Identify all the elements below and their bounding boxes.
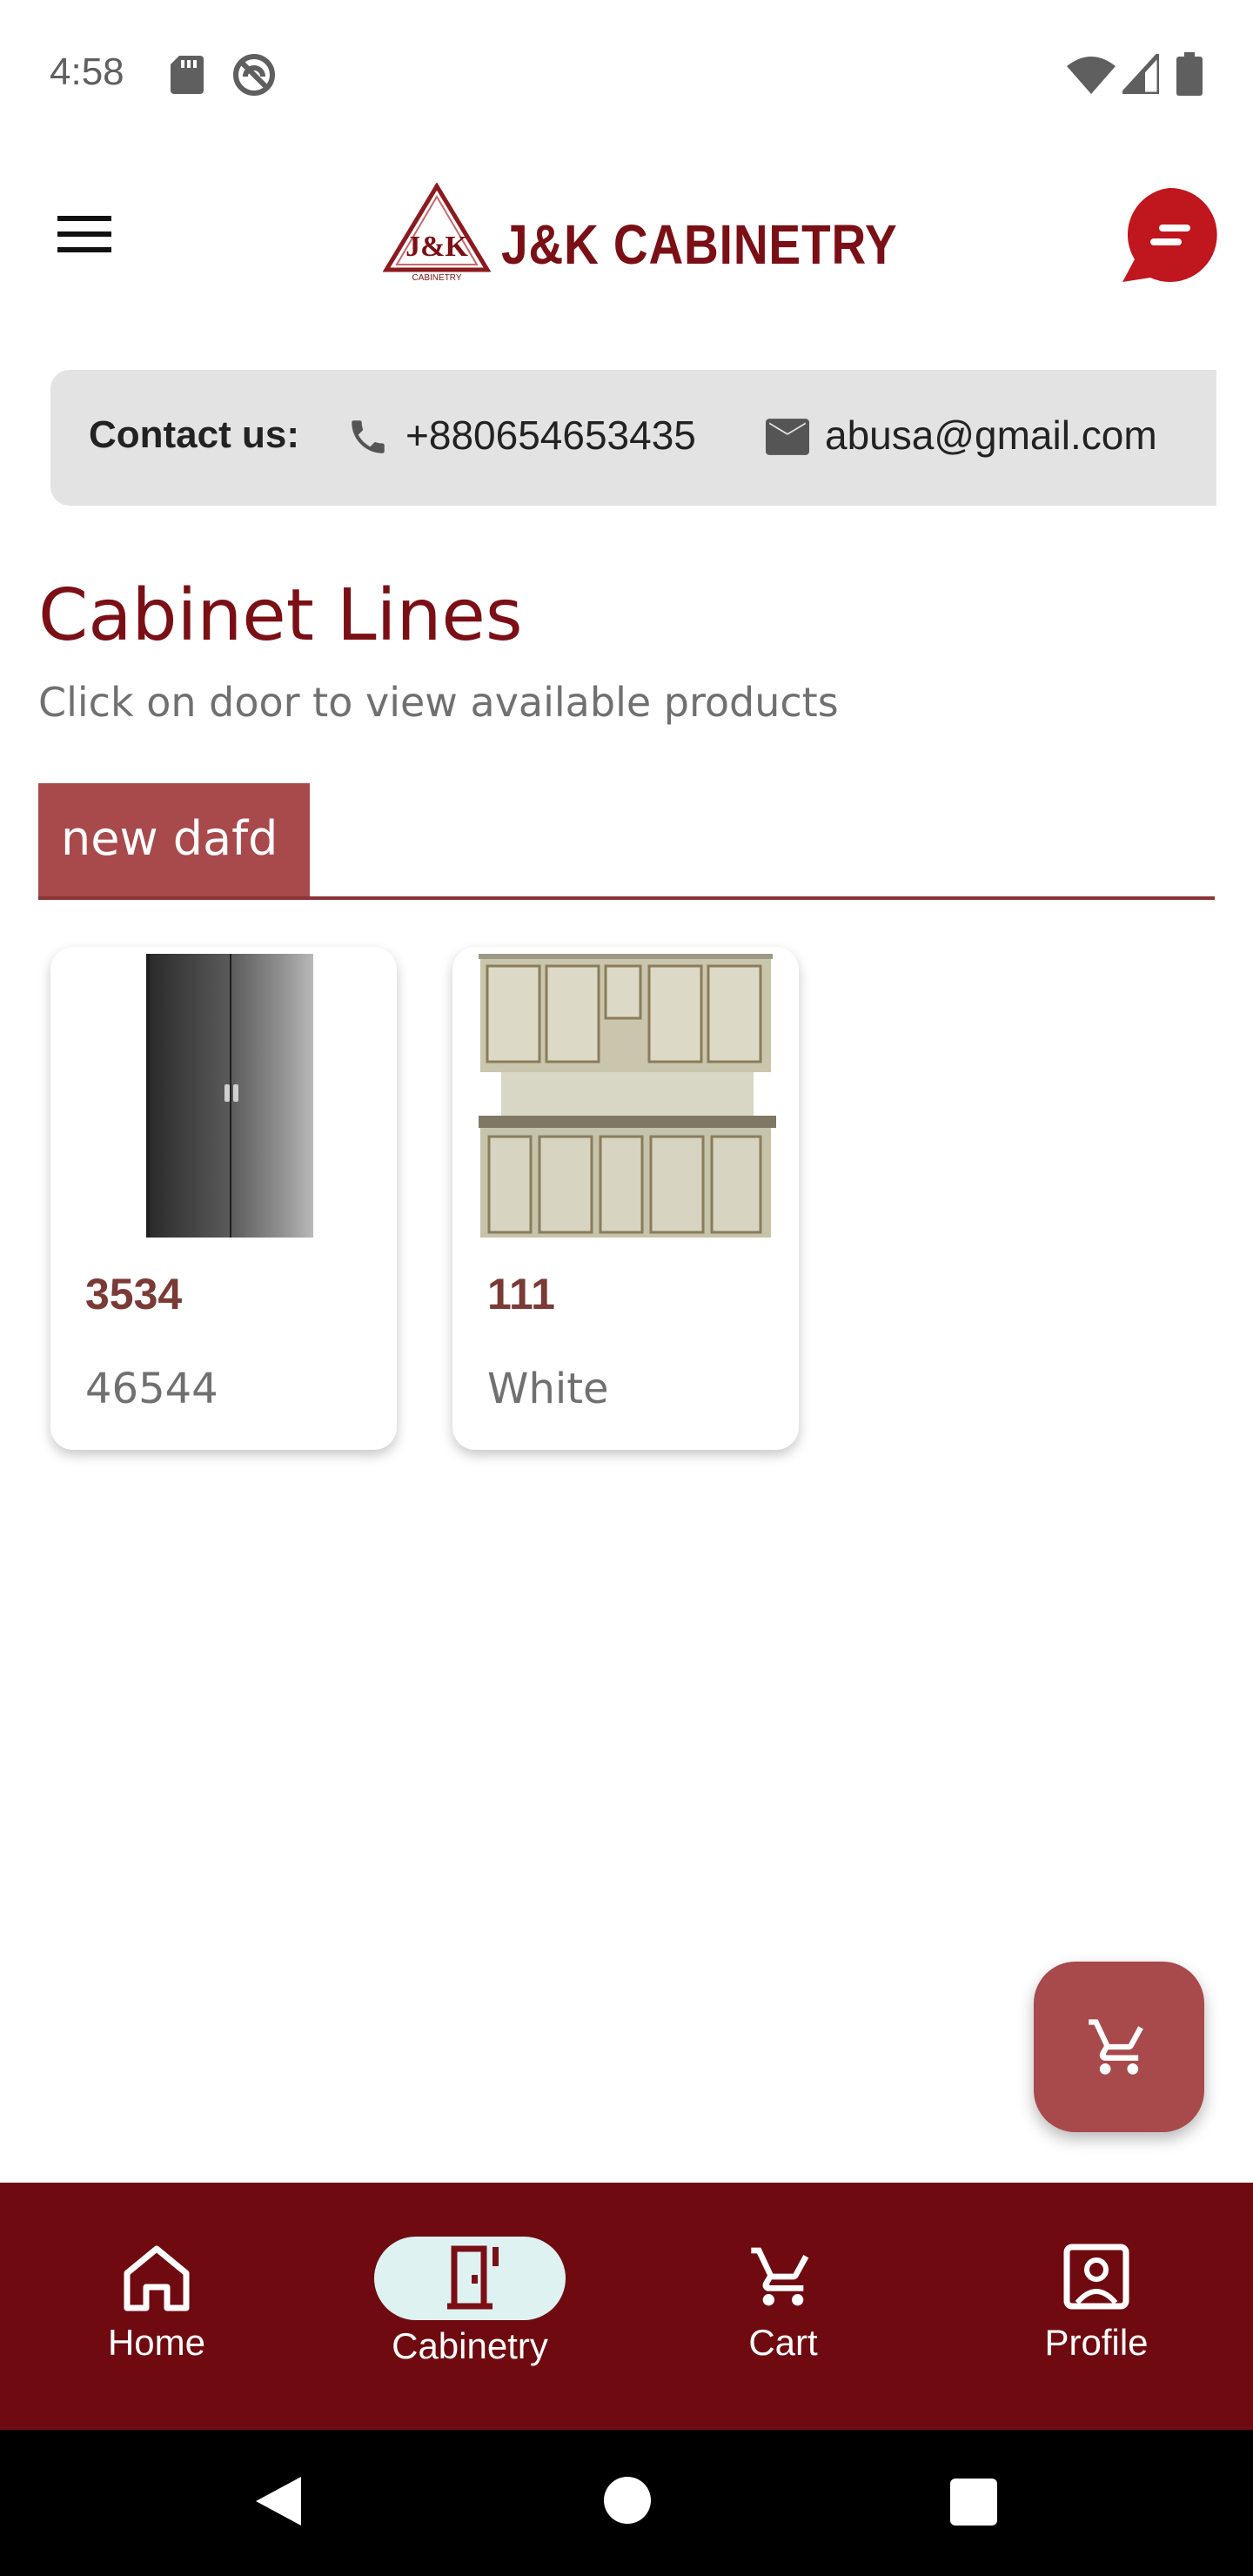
tab-label: new dafd [61,811,278,866]
cabinet-line-tabs: new dafd [38,783,1215,900]
contact-email[interactable]: abusa@gmail.com [825,412,1157,459]
wifi-icon [1067,57,1116,94]
cart-icon [751,2247,809,2306]
home-icon [124,2245,190,2311]
product-color: White [487,1365,609,1413]
nav-label: Cabinetry [392,2325,548,2366]
contact-label: Contact us: [89,413,299,456]
nav-label: Home [107,2322,206,2363]
product-color: 46544 [85,1365,218,1413]
signal-icon [1122,54,1159,94]
phone-icon [352,420,385,453]
door-icon [447,2245,499,2310]
system-navigation-bar [0,2430,1253,2576]
contact-phone[interactable]: +880654653435 [405,412,696,459]
logo-mark-text: J&K [405,231,468,263]
nav-label: Profile [1044,2322,1149,2363]
product-card[interactable]: 3534 46544 [50,947,397,1450]
profile-icon [1063,2244,1129,2310]
product-image-antique-hutch [479,954,776,1238]
contact-bar: Contact us: +880654653435 abusa@gmail.co… [50,370,1216,506]
logo-mark-sub: CABINETRY [412,273,461,283]
product-image-grey-cabinet [146,954,313,1238]
cart-icon [1089,2019,1143,2075]
menu-icon[interactable] [54,209,115,261]
logo-mark-icon: J&K CABINETRY [383,183,491,283]
page-subtitle: Click on door to view available products [38,679,839,726]
product-card[interactable]: 111 White [452,947,799,1450]
recents-icon[interactable] [950,2479,997,2526]
back-icon[interactable] [252,2473,305,2529]
cart-fab-button[interactable] [1034,1962,1204,2132]
product-code: 3534 [85,1270,183,1318]
product-code: 111 [487,1270,555,1318]
sd-card-icon [171,56,204,94]
battery-icon [1176,52,1203,96]
bottom-navigation: Home Cabinetry Cart Profile [0,2183,1253,2430]
tab-new-dafd[interactable]: new dafd [38,783,310,896]
brand-logo: J&K CABINETRY J&K CABINETRY [383,183,897,287]
nav-item-home[interactable]: Home [26,2183,287,2430]
page-title: Cabinet Lines [38,574,523,657]
vpn-icon [233,54,275,96]
brand-name: J&K CABINETRY [501,213,898,276]
home-button-icon[interactable] [604,2477,651,2524]
chat-icon[interactable] [1119,184,1220,285]
status-bar: 4:58 [0,0,1253,148]
nav-item-profile[interactable]: Profile [966,2183,1227,2430]
nav-item-cabinetry[interactable]: Cabinetry [339,2183,600,2430]
status-time: 4:58 [50,50,124,93]
nav-item-cart[interactable]: Cart [653,2183,914,2430]
mail-icon [766,419,809,455]
nav-label: Cart [748,2322,818,2363]
